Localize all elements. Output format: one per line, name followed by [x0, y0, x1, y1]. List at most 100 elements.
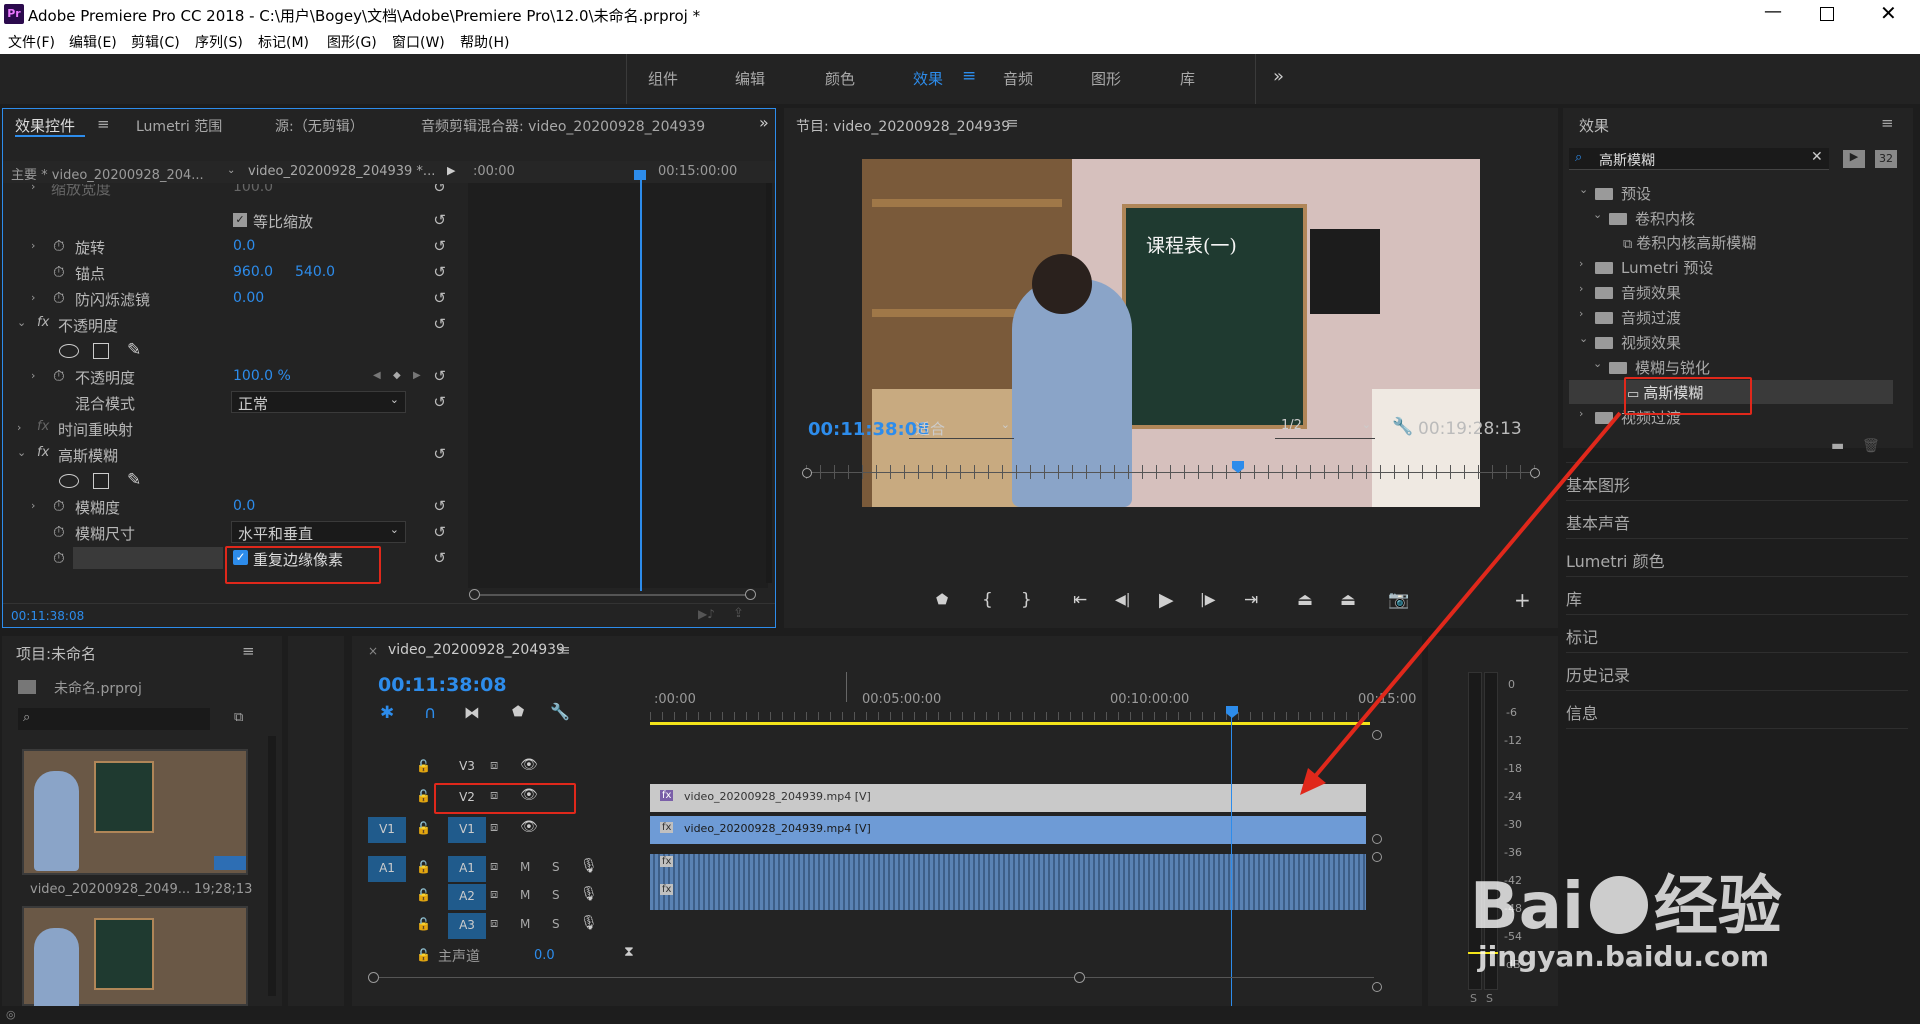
nest-sequence-icon[interactable]: ✱ [380, 703, 394, 723]
solo-left-button[interactable]: S [1470, 992, 1477, 1005]
clip-thumbnail[interactable] [22, 749, 248, 875]
tree-blur-sharpen[interactable]: 模糊与锐化 [1609, 357, 1710, 378]
master-clip-label[interactable]: 主要 * video_20200928_204... [11, 164, 204, 183]
ellipse-mask-icon[interactable] [59, 474, 79, 488]
anchor-x-value[interactable]: 960.0 [233, 264, 273, 280]
overflow-tabs-icon[interactable]: » [759, 113, 769, 132]
reset-icon[interactable]: ↺ [433, 289, 446, 307]
reset-icon[interactable]: ↺ [433, 211, 446, 229]
maximize-icon[interactable] [1820, 7, 1834, 21]
play-icon[interactable]: ▶ [1159, 589, 1174, 611]
tree-audio-transitions[interactable]: 音频过渡 [1595, 307, 1681, 328]
add-marker-icon[interactable]: ⬟ [936, 592, 948, 608]
hscroll-handle-right[interactable] [1074, 972, 1085, 983]
clear-search-icon[interactable]: ✕ [1811, 149, 1823, 165]
reset-icon[interactable]: ↺ [433, 523, 446, 541]
blend-mode-select[interactable]: 正常 ⌄ [231, 391, 406, 413]
reset-icon[interactable]: ↺ [433, 445, 446, 463]
go-to-out-icon[interactable]: ⇥ [1244, 590, 1258, 610]
microphone-icon[interactable]: 🎙 [580, 915, 598, 931]
anchor-y-value[interactable]: 540.0 [295, 264, 335, 280]
clip-v1[interactable]: fx video_20200928_204939.mp4 [V] [650, 816, 1366, 844]
track-a3-label[interactable]: A3 [448, 913, 486, 939]
prev-keyframe-icon[interactable]: ◀ [373, 370, 381, 381]
tab-lumetri-scopes[interactable]: Lumetri 范围 [136, 116, 222, 136]
playhead-handle[interactable] [634, 170, 646, 180]
reset-icon[interactable]: ↺ [433, 393, 446, 411]
track-a1-label[interactable]: A1 [448, 856, 486, 882]
sequence-tab[interactable]: video_20200928_204939 [388, 642, 565, 658]
sequence-clip-label[interactable]: video_20200928_204939 *... [248, 164, 435, 179]
play-only-icon[interactable]: ▶ [447, 164, 455, 177]
microphone-icon[interactable]: 🎙 [580, 886, 598, 902]
wrench-icon[interactable]: 🔧 [1392, 417, 1413, 437]
minimize-icon[interactable]: — [1764, 1, 1782, 22]
sync-lock-icon[interactable]: ⧈ [490, 916, 498, 931]
rectangle-mask-icon[interactable] [93, 343, 109, 359]
source-a1-patch[interactable]: A1 [368, 856, 406, 882]
blurriness-value[interactable]: 0.0 [233, 498, 255, 514]
timeline-hscroll[interactable] [374, 977, 1374, 978]
fx-icon[interactable]: fx [37, 315, 49, 330]
new-search-bin-icon[interactable]: ⧉ [234, 710, 243, 725]
linked-selection-icon[interactable]: ⧓ [464, 703, 480, 722]
panel-history[interactable]: 历史记录 [1566, 662, 1630, 686]
stopwatch-icon[interactable]: ⏱ [53, 497, 65, 515]
scrubber-start-handle[interactable] [802, 468, 812, 478]
scrubber-end-handle[interactable] [1530, 468, 1540, 478]
workspace-tab-editing[interactable]: 编辑 [735, 68, 765, 89]
eye-icon[interactable]: 👁 [520, 819, 538, 835]
fit-select[interactable]: 适合 ⌄ [909, 417, 1014, 439]
workspace-tab-color[interactable]: 颜色 [825, 68, 855, 89]
tree-audio-effects[interactable]: 音频效果 [1595, 282, 1681, 303]
workspace-tab-graphics[interactable]: 图形 [1091, 68, 1121, 89]
lock-icon[interactable]: 🔓 [416, 789, 431, 803]
workspace-tab-effects[interactable]: 效果 [913, 68, 943, 89]
ruler-ticks[interactable] [650, 712, 1370, 720]
clip-thumbnail-2[interactable] [22, 906, 248, 1006]
mute-button[interactable]: M [520, 917, 530, 931]
stopwatch-icon[interactable]: ⏱ [53, 367, 65, 385]
panel-essential-sound[interactable]: 基本声音 [1566, 510, 1630, 534]
play-audio-icon[interactable]: ▶♪ [698, 607, 715, 621]
timeline-timecode[interactable]: 00:11:38:08 [378, 674, 507, 696]
timeline-playhead[interactable] [1231, 716, 1232, 1006]
panel-menu-icon[interactable]: ≡ [1006, 114, 1019, 132]
eye-icon[interactable]: 👁 [520, 757, 538, 773]
stopwatch-icon[interactable]: ⏱ [53, 523, 65, 541]
clip-audio[interactable]: fx fx [650, 854, 1366, 910]
workspace-tab-libraries[interactable]: 库 [1180, 68, 1195, 89]
track-height-handle[interactable] [1372, 834, 1382, 844]
settings-wrench-icon[interactable]: 🔧 [550, 702, 570, 721]
accelerated-effects-icon[interactable]: ▶ [1843, 150, 1865, 168]
panel-menu-icon[interactable]: ≡ [242, 642, 255, 660]
close-icon[interactable]: ✕ [1880, 1, 1897, 25]
resolution-select[interactable]: 1/2 ⌄ [1275, 417, 1375, 439]
menu-sequence[interactable]: 序列(S) [195, 32, 243, 52]
delete-icon[interactable]: 🗑 [1862, 438, 1880, 454]
more-workspaces-icon[interactable]: » [1273, 66, 1284, 87]
solo-right-button[interactable]: S [1486, 992, 1493, 1005]
project-search-field[interactable]: ⌕ [18, 708, 210, 730]
step-forward-icon[interactable]: |▶ [1200, 592, 1215, 608]
mark-in-icon[interactable]: { [982, 590, 993, 610]
clip-v2[interactable]: fx video_20200928_204939.mp4 [V] [650, 784, 1366, 812]
workspace-tab-assembly[interactable]: 组件 [648, 68, 678, 89]
ec-timecode[interactable]: 00:11:38:08 [11, 609, 84, 623]
panel-menu-icon[interactable]: ≡ [1881, 114, 1894, 132]
effects-title[interactable]: 效果 [1579, 115, 1609, 136]
go-to-in-icon[interactable]: ⇤ [1073, 590, 1087, 610]
tab-source[interactable]: 源:（无剪辑） [275, 116, 364, 136]
lock-icon[interactable]: 🔓 [416, 917, 431, 931]
panel-markers[interactable]: 标记 [1566, 624, 1598, 648]
track-height-handle[interactable] [1372, 982, 1382, 992]
tab-effect-controls[interactable]: 效果控件 [15, 115, 75, 136]
zoom-scrollbar[interactable] [473, 594, 755, 596]
source-v1-patch[interactable]: V1 [368, 817, 406, 843]
hscroll-handle-left[interactable] [368, 972, 379, 983]
scrollbar[interactable] [766, 183, 772, 583]
vertical-zoom-handle[interactable] [1372, 730, 1382, 740]
solo-button[interactable]: S [552, 917, 560, 931]
program-title[interactable]: 节目: video_20200928_204939 [796, 116, 1010, 136]
reset-icon[interactable]: ↺ [433, 237, 446, 255]
